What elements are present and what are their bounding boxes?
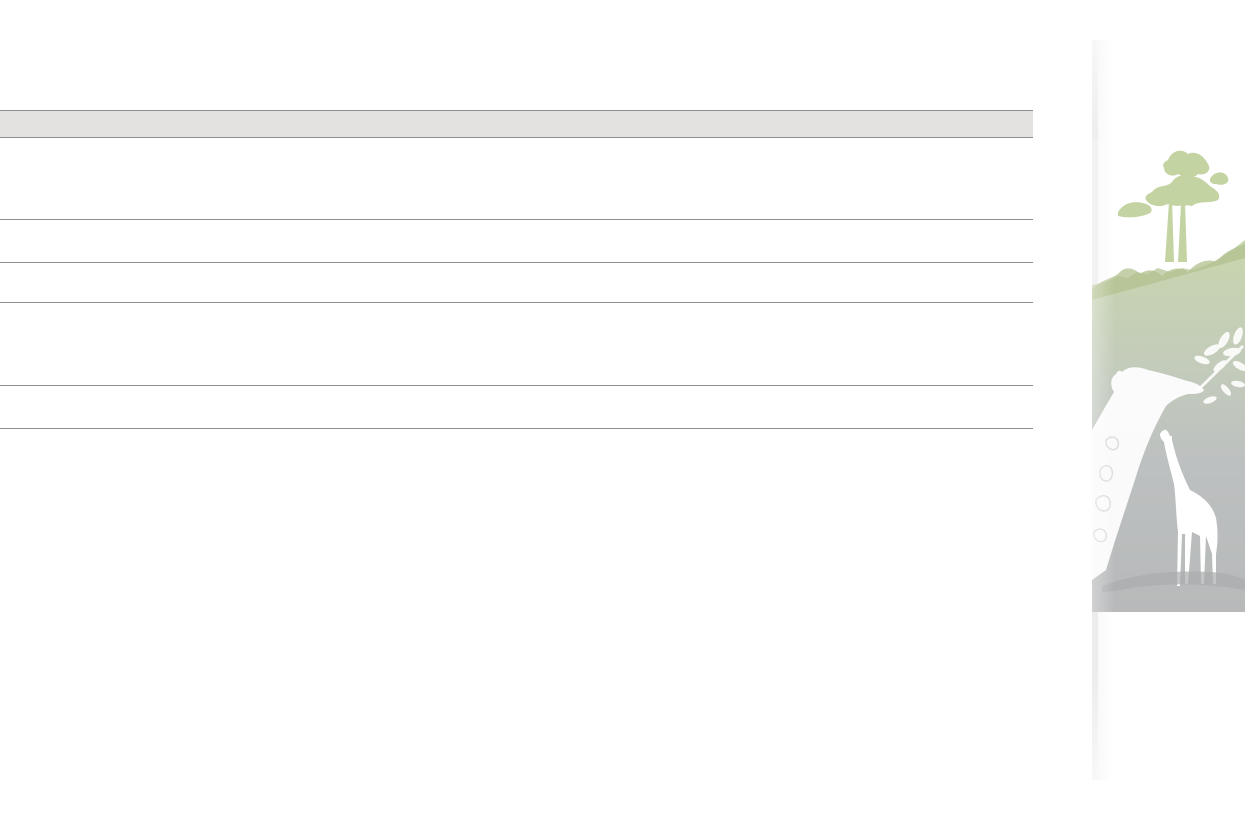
savanna-giraffe-illustration [1092,140,1245,612]
table-row [0,263,1033,303]
table-row [0,386,1033,429]
table-row [0,138,1033,220]
table-header [0,110,1033,138]
document-page [0,0,1245,818]
table-row [0,303,1033,386]
empty-table [0,110,1033,429]
table-row [0,220,1033,263]
